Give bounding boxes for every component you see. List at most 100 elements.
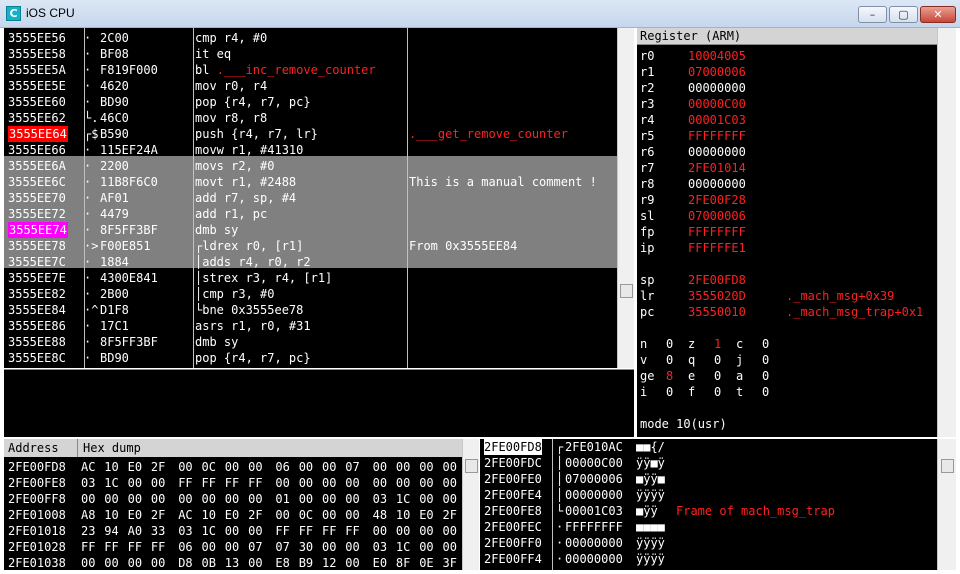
register-value[interactable]: 3555020D xyxy=(688,288,746,304)
hex-byte[interactable]: 00 xyxy=(248,555,262,570)
stack-value[interactable]: 2FE010AC xyxy=(565,439,623,455)
instruction-address[interactable]: 3555EE60 xyxy=(8,94,66,110)
info-pane[interactable] xyxy=(4,369,634,437)
register-r0[interactable]: r0 10004005 xyxy=(637,48,937,64)
hex-byte[interactable]: 00 xyxy=(225,491,239,507)
instruction-address[interactable]: 3555EE84 xyxy=(8,302,66,318)
instruction-address[interactable]: 3555EE70 xyxy=(8,190,66,206)
hex-byte[interactable]: 00 xyxy=(275,507,289,523)
hex-byte[interactable]: 03 xyxy=(373,491,387,507)
hex-byte[interactable]: 00 xyxy=(345,475,359,491)
close-button[interactable]: ✕ xyxy=(920,6,956,23)
branch-target-label[interactable]: .___inc_remove_counter xyxy=(217,63,376,77)
register-value[interactable]: 00001C03 xyxy=(688,112,746,128)
flag-value[interactable]: 0 xyxy=(714,352,721,368)
hex-column-header[interactable]: Hex dump xyxy=(79,439,141,457)
register-value[interactable]: 00000000 xyxy=(688,176,746,192)
scrollbar-thumb[interactable] xyxy=(465,459,478,473)
stack-value[interactable]: 07000006 xyxy=(565,471,623,487)
instruction-address[interactable]: 3555EE7C xyxy=(8,254,66,270)
stack-row[interactable]: 2FE00FE4 │ 00000000 ÿÿÿÿ xyxy=(480,487,937,503)
register-value[interactable]: 00000C00 xyxy=(688,96,746,112)
register-value[interactable]: 07000006 xyxy=(688,208,746,224)
disasm-row[interactable]: 3555EE86 · 17C1 asrs r1, r0, #31 xyxy=(4,318,617,334)
hex-byte[interactable]: 10 xyxy=(104,459,118,475)
hex-byte[interactable]: 00 xyxy=(322,459,336,475)
hex-byte[interactable]: 00 xyxy=(373,523,387,539)
hex-byte[interactable]: 3F xyxy=(443,555,457,570)
instruction-address[interactable]: 3555EE5E xyxy=(8,78,66,94)
disassembly-pane[interactable]: 3555EE56 · 2C00 cmp r4, #0 3555EE58 · BF08 it e… xyxy=(4,28,617,368)
hex-byte[interactable]: 00 xyxy=(248,523,262,539)
hex-byte[interactable]: 00 xyxy=(202,539,216,555)
register-r9[interactable]: r9 2FE00F28 xyxy=(637,192,937,208)
hex-row[interactable]: 2FE01028 FF FF FF FF 06 00 00 07 07 30 00 00 03 1C 00 00 xyxy=(4,539,462,555)
hex-byte[interactable]: 0B xyxy=(202,555,216,570)
instruction-address[interactable]: 3555EE56 xyxy=(8,30,66,46)
hex-row-address[interactable]: 2FE01018 xyxy=(8,523,66,539)
register-lr[interactable]: lr 3555020D ._mach_msg+0x39 xyxy=(637,288,937,304)
disasm-row[interactable]: 3555EE8C · BD90 pop {r4, r7, pc} xyxy=(4,350,617,366)
hex-byte[interactable]: 00 xyxy=(104,555,118,570)
disasm-row[interactable]: 3555EE78 ·> F00E851 ┌ldrex r0, [r1] From 0x3… xyxy=(4,238,617,254)
hex-byte[interactable]: 00 xyxy=(275,475,289,491)
hex-byte[interactable]: 00 xyxy=(248,491,262,507)
hex-byte[interactable]: 00 xyxy=(396,475,410,491)
hex-byte[interactable]: FF xyxy=(299,523,313,539)
hex-byte[interactable]: 00 xyxy=(322,507,336,523)
register-value[interactable]: 2FE00FD8 xyxy=(688,272,746,288)
hex-byte[interactable]: 00 xyxy=(419,491,433,507)
stack-address[interactable]: 2FE00FE4 xyxy=(484,487,542,503)
hex-byte[interactable]: 00 xyxy=(345,539,359,555)
hex-byte[interactable]: E0 xyxy=(419,507,433,523)
flag-value[interactable]: 0 xyxy=(762,384,769,400)
instruction-address[interactable]: 3555EE72 xyxy=(8,206,66,222)
stack-scrollbar[interactable] xyxy=(937,439,956,570)
registers-pane[interactable]: Register (ARM) r0 10004005 r1 07000006 r2 000… xyxy=(637,28,937,437)
disassembly-scrollbar[interactable] xyxy=(617,28,634,368)
instruction-address[interactable]: 3555EE8C xyxy=(8,350,66,366)
scrollbar-thumb[interactable] xyxy=(620,284,633,298)
register-pc[interactable]: pc 35550010 ._mach_msg_trap+0x1 xyxy=(637,304,937,320)
flag-value[interactable]: 0 xyxy=(666,352,673,368)
disasm-row[interactable]: 3555EE70 · AF01 add r7, sp, #4 xyxy=(4,190,617,206)
hex-byte[interactable]: 2F xyxy=(151,507,165,523)
hex-row[interactable]: 2FE01018 23 94 A0 33 03 1C 00 00 FF FF FF FF 00 00 00 00 xyxy=(4,523,462,539)
flags-row[interactable]: ge 8 e 0 a 0 xyxy=(637,368,937,384)
hex-byte[interactable]: E0 xyxy=(225,507,239,523)
stack-address[interactable]: 2FE00FF0 xyxy=(484,535,542,551)
flags-row[interactable]: v 0 q 0 j 0 xyxy=(637,352,937,368)
disasm-row[interactable]: 3555EE74 · 8F5FF3BF dmb sy xyxy=(4,222,617,238)
stack-row[interactable]: 2FE00FEC · FFFFFFFF ■■■■ xyxy=(480,519,937,535)
hex-byte[interactable]: 00 xyxy=(443,491,457,507)
hex-byte[interactable]: E8 xyxy=(275,555,289,570)
hex-byte[interactable]: FF xyxy=(151,539,165,555)
hex-byte[interactable]: FF xyxy=(248,475,262,491)
hex-byte[interactable]: 03 xyxy=(178,523,192,539)
disasm-row[interactable]: 3555EE88 · 8F5FF3BF dmb sy xyxy=(4,334,617,350)
hex-byte[interactable]: FF xyxy=(81,539,95,555)
stack-address[interactable]: 2FE00FE0 xyxy=(484,471,542,487)
hex-byte[interactable]: 07 xyxy=(248,539,262,555)
flag-value[interactable]: 0 xyxy=(714,384,721,400)
hex-row[interactable]: 2FE01008 A8 10 E0 2F AC 10 E0 2F 00 0C 00 00 48 10 E0 2F xyxy=(4,507,462,523)
flags-row[interactable]: n 0 z 1 c 0 xyxy=(637,336,937,352)
hex-byte[interactable]: 23 xyxy=(81,523,95,539)
register-ip[interactable]: ip FFFFFFE1 xyxy=(637,240,937,256)
hex-byte[interactable]: 00 xyxy=(443,539,457,555)
hex-byte[interactable]: 00 xyxy=(322,539,336,555)
hex-byte[interactable]: 00 xyxy=(299,491,313,507)
register-r3[interactable]: r3 00000C00 xyxy=(637,96,937,112)
hex-byte[interactable]: 94 xyxy=(104,523,118,539)
hex-byte[interactable]: 1C xyxy=(104,475,118,491)
instruction-address[interactable]: 3555EE88 xyxy=(8,334,66,350)
hex-byte[interactable]: 10 xyxy=(396,507,410,523)
maximize-button[interactable]: ▢ xyxy=(889,6,918,23)
hex-dump-scrollbar[interactable] xyxy=(462,439,479,570)
register-r7[interactable]: r7 2FE01014 xyxy=(637,160,937,176)
instruction-address[interactable]: 3555EE86 xyxy=(8,318,66,334)
disasm-row[interactable]: 3555EE6A · 2200 movs r2, #0 xyxy=(4,158,617,174)
hex-byte[interactable]: 00 xyxy=(322,491,336,507)
stack-row[interactable]: 2FE00FF4 · 00000000 ÿÿÿÿ xyxy=(480,551,937,567)
instruction-address[interactable]: 3555EE7E xyxy=(8,270,66,286)
